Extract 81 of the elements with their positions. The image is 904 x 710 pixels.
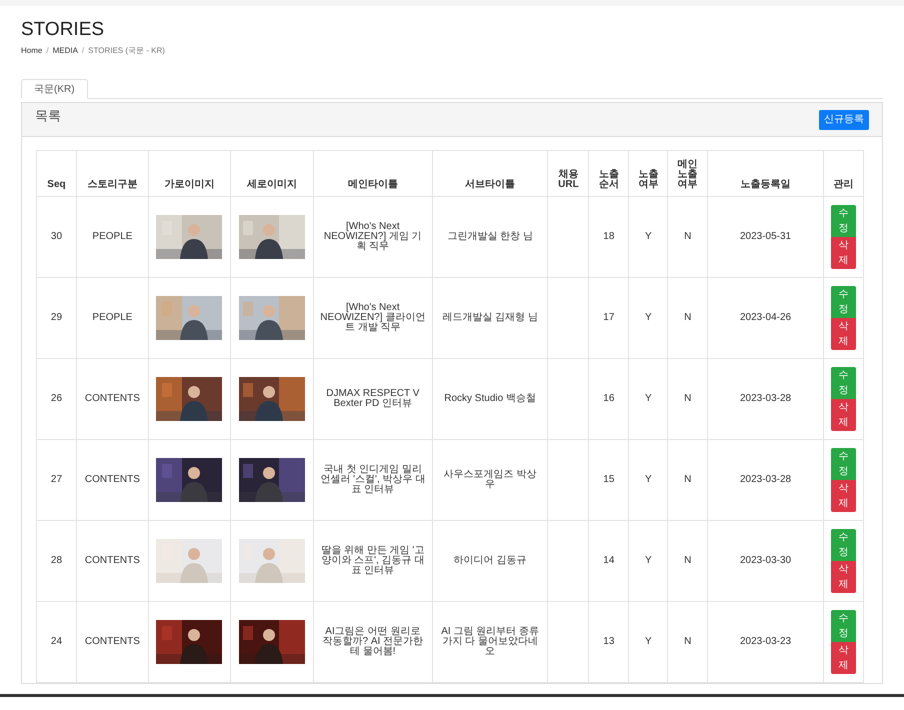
edit-button[interactable]: 수정 xyxy=(830,286,856,318)
table-cell: Y xyxy=(644,312,652,323)
table-cell: 국내 첫 인디게임 밀리언셀러 '스컬', 박상우 대표 인터뷰 xyxy=(320,464,426,495)
table-cell: PEOPLE xyxy=(92,231,132,242)
table-cell: 사우스포게임즈 박상우 xyxy=(444,469,536,490)
column-header: 노출여부 xyxy=(637,170,660,190)
table-cell: 2023-05-31 xyxy=(740,231,792,242)
table-cell: 15 xyxy=(603,474,614,485)
table-cell: N xyxy=(684,474,692,485)
delete-button[interactable]: 삭제 xyxy=(830,237,856,269)
table-cell: N xyxy=(684,231,692,242)
table-cell: CONTENTS xyxy=(84,393,140,404)
table-cell: 18 xyxy=(603,231,614,242)
table-cell: Y xyxy=(644,474,652,485)
edit-button[interactable]: 수정 xyxy=(830,529,856,561)
column-header: 채용 URL xyxy=(557,170,580,190)
edit-button[interactable]: 수정 xyxy=(830,448,856,480)
table-cell: 13 xyxy=(603,636,614,647)
delete-button[interactable]: 삭제 xyxy=(830,399,856,431)
column-header: 노출등록일 xyxy=(740,180,791,190)
table-cell: PEOPLE xyxy=(92,312,132,323)
breadcrumb-current: STORIES (국문 - KR) xyxy=(88,45,165,57)
table-cell: 하이디어 김동규 xyxy=(454,555,526,566)
table-cell: N xyxy=(684,555,692,566)
table-cell: [Who's Next NEOWIZEN?] 게임 기획 직무 xyxy=(324,221,422,252)
table-cell: Y xyxy=(644,231,652,242)
table-cell: 2023-03-28 xyxy=(740,393,792,404)
delete-button[interactable]: 삭제 xyxy=(830,561,856,593)
table-cell: N xyxy=(684,312,692,323)
table-cell: [Who's Next NEOWIZEN?] 클라이언트 개발 직무 xyxy=(320,302,426,333)
table-cell: Y xyxy=(644,636,652,647)
breadcrumb-separator: / xyxy=(82,45,84,57)
table-cell: Y xyxy=(644,555,652,566)
table-cell: 29 xyxy=(50,312,62,323)
edit-button[interactable]: 수정 xyxy=(830,205,856,237)
panel-title: 목록 xyxy=(35,106,61,125)
table-cell: 24 xyxy=(50,636,62,647)
table-cell: 2023-03-28 xyxy=(740,474,792,485)
breadcrumb-link[interactable]: Home xyxy=(21,45,42,57)
table-cell: 30 xyxy=(50,231,62,242)
tab[interactable]: 국문(KR) xyxy=(21,79,88,99)
table-cell: 딸을 위해 만든 게임 '고양이와 스프', 김동규 대표 인터뷰 xyxy=(321,545,424,576)
column-header: 가로이미지 xyxy=(164,180,214,190)
table-cell: DJMAX RESPECT V Bexter PD 인터뷰 xyxy=(326,388,420,409)
page-title: STORIES xyxy=(21,18,104,42)
table-cell: CONTENTS xyxy=(84,474,140,485)
column-header: 스토리구분 xyxy=(87,180,138,190)
table-cell: Rocky Studio 백승철 xyxy=(444,393,536,404)
table-cell: Y xyxy=(644,393,652,404)
table-cell: 16 xyxy=(603,393,614,404)
table-cell: CONTENTS xyxy=(84,555,140,566)
table-cell: 2023-03-30 xyxy=(740,555,792,566)
breadcrumb-link[interactable]: MEDIA xyxy=(52,45,78,57)
table-cell: 27 xyxy=(50,474,62,485)
column-header: 메인타이틀 xyxy=(348,180,398,190)
table-cell: N xyxy=(684,393,692,404)
table-cell: AI그림은 어떤 원리로 작동할까? AI 전문가한테 물어봄! xyxy=(322,626,424,657)
table-cell: 14 xyxy=(603,555,614,566)
edit-button[interactable]: 수정 xyxy=(830,610,856,642)
column-header: Seq xyxy=(47,180,66,190)
table-cell: CONTENTS xyxy=(84,636,140,647)
column-header: 메인노출여부 xyxy=(676,160,699,190)
table-cell: 레드개발실 김재형 님 xyxy=(442,312,538,323)
table-cell: AI 그림 원리부터 종류가지 다 물어보았다네오 xyxy=(441,626,539,657)
delete-button[interactable]: 삭제 xyxy=(830,318,856,350)
table-cell: 2023-03-23 xyxy=(740,636,792,647)
new-registration-button[interactable]: 신규등록 xyxy=(819,110,869,130)
column-header: 관리 xyxy=(833,180,854,190)
table-cell: 17 xyxy=(603,312,614,323)
delete-button[interactable]: 삭제 xyxy=(830,642,856,674)
table-cell: 그린개발실 한창 님 xyxy=(447,231,533,242)
column-header: 노출순서 xyxy=(598,170,620,190)
column-header: 서브타이틀 xyxy=(465,180,516,190)
table-cell: 2023-04-26 xyxy=(740,312,792,323)
table-cell: 26 xyxy=(50,393,62,404)
table-cell: 28 xyxy=(50,555,62,566)
edit-button[interactable]: 수정 xyxy=(830,367,856,399)
breadcrumb-separator: / xyxy=(46,45,49,57)
delete-button[interactable]: 삭제 xyxy=(830,480,856,512)
column-header: 세로이미지 xyxy=(246,180,297,190)
table-cell: N xyxy=(684,636,692,647)
